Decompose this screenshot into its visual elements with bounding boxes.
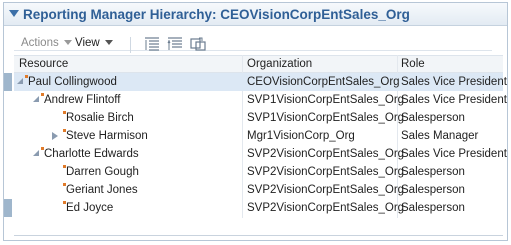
organization-cell: SVP2VisionCorpEntSales_Org: [247, 202, 405, 214]
table-row[interactable]: Paul Collingwood CEOVisionCorpEntSales_O…: [4, 73, 507, 91]
column-header-role[interactable]: Role: [401, 58, 425, 70]
role-cell: Salesperson: [401, 112, 465, 124]
organization-cell: Mgr1VisionCorp_Org: [247, 130, 355, 142]
resource-name[interactable]: Darren Gough: [66, 166, 139, 178]
expand-icon[interactable]: [17, 78, 23, 84]
resource-name[interactable]: Paul Collingwood: [28, 76, 117, 88]
table-row[interactable]: Andrew Flintoff SVP1VisionCorpEntSales_O…: [14, 91, 507, 109]
view-label: View: [75, 37, 100, 49]
role-cell: Sales Vice President: [401, 94, 507, 106]
row-selection-marker: [4, 73, 12, 91]
row-selection-marker: [4, 199, 12, 217]
expand-all-icon[interactable]: [144, 37, 160, 51]
organization-cell: SVP1VisionCorpEntSales_Org: [247, 112, 405, 124]
resource-name[interactable]: Geriant Jones: [66, 184, 138, 196]
expand-icon[interactable]: [52, 132, 58, 140]
table-row[interactable]: Charlotte Edwards SVP2VisionCorpEntSales…: [14, 145, 507, 163]
organization-cell: SVP2VisionCorpEntSales_Org: [247, 148, 405, 160]
table-row[interactable]: Geriant Jones SVP2VisionCorpEntSales_Org…: [14, 181, 503, 199]
toolbar-divider: [130, 37, 131, 53]
table-row[interactable]: Ed Joyce SVP2VisionCorpEntSales_Org Sale…: [4, 199, 503, 217]
role-cell: Sales Vice President: [401, 148, 507, 160]
organization-cell: CEOVisionCorpEntSales_Org: [247, 76, 400, 88]
table-row[interactable]: Steve Harmison Mgr1VisionCorp_Org Sales …: [14, 127, 503, 145]
resource-name[interactable]: Andrew Flintoff: [44, 94, 121, 106]
role-cell: Salesperson: [401, 202, 465, 214]
role-cell: Sales Manager: [401, 130, 479, 142]
actions-menu[interactable]: Actions: [21, 37, 72, 49]
resource-name[interactable]: Charlotte Edwards: [44, 148, 139, 160]
detach-icon[interactable]: [190, 37, 206, 51]
organization-cell: SVP1VisionCorpEntSales_Org: [247, 94, 405, 106]
toolbar-strip: Actions View: [14, 31, 492, 53]
resource-name[interactable]: Rosalie Birch: [66, 112, 134, 124]
column-header-organization[interactable]: Organization: [247, 58, 312, 70]
expand-icon[interactable]: [33, 96, 39, 102]
view-menu[interactable]: View: [75, 37, 113, 49]
actions-label: Actions: [21, 37, 59, 49]
toolbar: Actions View: [4, 26, 507, 56]
panel-title: Reporting Manager Hierarchy: CEOVisionCo…: [23, 7, 410, 22]
expand-icon[interactable]: [33, 150, 39, 156]
hierarchy-panel: Reporting Manager Hierarchy: CEOVisionCo…: [3, 2, 508, 241]
resource-name[interactable]: Ed Joyce: [66, 202, 113, 214]
column-header-resource[interactable]: Resource: [19, 58, 68, 70]
table-footer-divider: [14, 235, 503, 236]
table-header: Resource Organization Role: [14, 55, 503, 73]
panel-header[interactable]: Reporting Manager Hierarchy: CEOVisionCo…: [4, 3, 507, 26]
chevron-down-icon: [104, 40, 113, 46]
organization-cell: SVP2VisionCorpEntSales_Org: [247, 184, 405, 196]
role-cell: Salesperson: [401, 166, 465, 178]
collapse-all-icon[interactable]: [167, 37, 183, 51]
organization-cell: SVP2VisionCorpEntSales_Org: [247, 166, 405, 178]
resource-name[interactable]: Steve Harmison: [66, 130, 148, 142]
role-cell: Salesperson: [401, 184, 465, 196]
role-cell: Sales Vice President: [401, 76, 507, 88]
table-row[interactable]: Darren Gough SVP2VisionCorpEntSales_Org …: [14, 163, 503, 181]
hierarchy-table: Resource Organization Role Paul Collingw…: [4, 55, 507, 218]
table-row[interactable]: Rosalie Birch SVP1VisionCorpEntSales_Org…: [14, 109, 503, 127]
chevron-down-icon: [63, 40, 72, 46]
collapse-panel-icon[interactable]: [9, 10, 19, 17]
